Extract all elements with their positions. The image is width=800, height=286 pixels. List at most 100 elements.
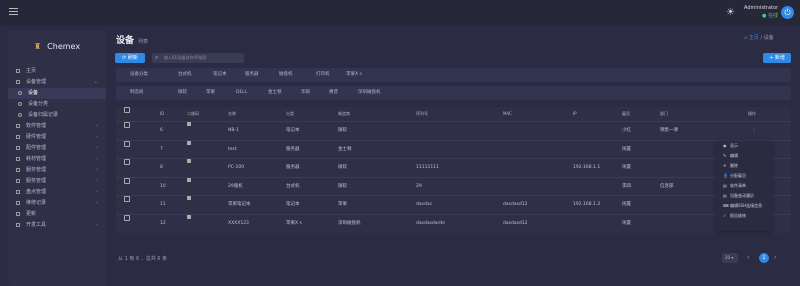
user-info[interactable]: Administrator ● 在线 bbox=[744, 5, 778, 19]
menu-item[interactable]: 👤 分配雇员 bbox=[716, 171, 772, 181]
table-cell: 金士顿 bbox=[338, 146, 352, 152]
table-cell: 笔记本 bbox=[286, 128, 300, 133]
sidebar-item-icon bbox=[16, 222, 20, 227]
column-header: MAC bbox=[503, 111, 512, 116]
table-cell: 微软 bbox=[338, 165, 347, 170]
table-cell: test bbox=[228, 146, 237, 152]
table-row[interactable]: 8PC-100服务器微软11111111192.168.1.1闲置⋮ bbox=[116, 158, 791, 175]
sidebar-item[interactable]: 耗材管理 ‹ bbox=[8, 154, 106, 165]
filter-option-manufacturer[interactable]: 金士顿 bbox=[268, 86, 282, 100]
table-cell: PC-100 bbox=[228, 165, 245, 170]
filter-option-manufacturer[interactable]: 深圳磁盘机 bbox=[358, 86, 381, 100]
menu-item-label: 编辑SSH连接信息 bbox=[730, 203, 763, 208]
menu-toggle-icon[interactable] bbox=[9, 8, 18, 15]
sidebar-item[interactable]: 设备 bbox=[8, 88, 106, 99]
table-cell: 6 bbox=[160, 128, 163, 133]
menu-item[interactable]: ◉ 显示 bbox=[716, 141, 772, 151]
page-current[interactable]: 1 bbox=[759, 253, 769, 263]
table-cell: 7 bbox=[160, 146, 163, 152]
filter-option-category[interactable]: 笔记本 bbox=[213, 68, 227, 82]
column-header: IP bbox=[573, 111, 577, 116]
sidebar-item[interactable]: 配件管理 ‹ bbox=[8, 143, 106, 154]
menu-item[interactable]: ▤ 设备变动履历 bbox=[716, 191, 772, 201]
sidebar-item[interactable]: 设备归属记录 bbox=[8, 110, 106, 121]
refresh-icon: ⟳ bbox=[122, 55, 127, 61]
chevron-left-icon: ‹ bbox=[96, 178, 98, 184]
filter-option-manufacturer[interactable]: 苹果 bbox=[206, 86, 215, 100]
chevron-left-icon: ‹ bbox=[96, 156, 98, 162]
breadcrumb-home[interactable]: 主页 bbox=[749, 35, 759, 41]
menu-item[interactable]: ▤ 软件清单 bbox=[716, 181, 772, 191]
table-cell: 笔记本 bbox=[286, 202, 300, 207]
filter-option-category[interactable]: 服务器 bbox=[245, 68, 259, 82]
sidebar-item[interactable]: 软件管理 ‹ bbox=[8, 121, 106, 132]
sidebar-item-label: 设备管理 bbox=[26, 79, 47, 85]
filter-option-manufacturer[interactable]: 华硕 bbox=[301, 86, 310, 100]
next-page-icon[interactable]: › bbox=[774, 253, 776, 263]
column-header: 名称 bbox=[228, 111, 236, 116]
menu-item-icon: ✎ bbox=[723, 153, 727, 158]
power-icon[interactable]: ⏻ bbox=[781, 6, 794, 19]
search-input[interactable]: ⌕ 输入ID/设备名称/IP搜索 bbox=[152, 53, 244, 63]
sidebar-item[interactable]: 设备管理 ⌄ bbox=[8, 77, 106, 88]
table-row[interactable]: 11 苹果笔记本 笔记本 苹果 dasdac dasdasd12 192.168.1.2 闲置… bbox=[116, 195, 791, 212]
menu-item[interactable]: ✎ 编辑 bbox=[716, 151, 772, 161]
prev-page-icon[interactable]: ‹ bbox=[747, 253, 749, 263]
new-button[interactable]: + 新增 bbox=[763, 53, 791, 63]
user-name: Administrator bbox=[744, 5, 779, 11]
table-cell: 销售一课 bbox=[660, 128, 678, 133]
sidebar-item[interactable]: 硬件管理 ‹ bbox=[8, 132, 106, 143]
page-size-select[interactable]: 20 ▾ bbox=[722, 253, 738, 263]
theme-toggle-icon[interactable]: ☀ bbox=[726, 7, 735, 18]
filter-option-manufacturer[interactable]: 微软 bbox=[178, 86, 187, 100]
sidebar-item[interactable]: 主页 bbox=[8, 66, 106, 77]
filter-option-category[interactable]: 苹果X s bbox=[346, 68, 362, 82]
table-cell: 闲置 bbox=[622, 146, 631, 152]
sidebar-item[interactable]: 开发工具 ‹ bbox=[8, 220, 106, 231]
sidebar-item[interactable]: 服务管理 ‹ bbox=[8, 176, 106, 187]
filter-option-category[interactable]: 磁盘机 bbox=[279, 68, 293, 82]
sidebar-item-icon bbox=[16, 68, 20, 73]
table-cell: 苹果笔记本 bbox=[228, 202, 251, 207]
device-table: ID 二维码 名称 分类 制造商 序列号 MAC IP 雇员 部门 操作 6 NB-1 笔记本 微软 小红销… bbox=[116, 107, 791, 233]
menu-item[interactable]: ✕ 删除 bbox=[716, 161, 772, 171]
table-row[interactable]: 1029服机台式机微软29李四信息部⋮ bbox=[116, 176, 791, 194]
page-subtitle: 列表 bbox=[138, 39, 149, 45]
top-navbar: ☀ Administrator ● 在线 ⏻ bbox=[0, 0, 800, 26]
table-row[interactable]: 6 NB-1 笔记本 微软 小红 销售一课 ⋮ bbox=[116, 121, 791, 138]
menu-item-icon: ▤ bbox=[723, 193, 727, 198]
sidebar-item-label: 服务管理 bbox=[26, 167, 47, 173]
menu-item-label: 显示 bbox=[730, 143, 738, 148]
table-cell: 闲置 bbox=[622, 165, 631, 170]
row-actions-icon[interactable]: ⋮ bbox=[751, 122, 757, 139]
table-header: ID 二维码 名称 分类 制造商 序列号 MAC IP 雇员 部门 操作 bbox=[116, 107, 791, 121]
table-cell: 台式机 bbox=[286, 183, 300, 189]
table-cell: 李四 bbox=[622, 183, 631, 189]
table-cell: XXXX123 bbox=[228, 220, 249, 226]
filter-option-manufacturer[interactable]: 惠普 bbox=[329, 86, 338, 100]
table-cell: 苹果X s bbox=[286, 220, 302, 226]
sidebar-item[interactable]: 盘点管理 ‹ bbox=[8, 187, 106, 198]
table-row[interactable]: 12 XXXX123 苹果X s 深圳磁盘机 dasdasdarde dasdasd12 闲… bbox=[116, 213, 791, 231]
column-header: 部门 bbox=[660, 111, 668, 116]
app-logo[interactable]: ♜ Chemex bbox=[34, 42, 80, 51]
table-cell: 信息部 bbox=[660, 183, 674, 189]
row-action-menu: ◉ 显示 ✎ 编辑 ✕ 删除 👤 分配雇员 ▤ 软件清单 ▤ 设备变动履历 ⌨编辑SSH连接信息 ✓ 报告维… bbox=[716, 141, 772, 231]
column-header: 二维码 bbox=[187, 111, 199, 116]
menu-item[interactable]: ⌨编辑SSH连接信息 bbox=[716, 201, 772, 211]
breadcrumb: ⌂ 主页 / 设备 bbox=[744, 35, 774, 41]
filter-option-category[interactable]: 台式机 bbox=[178, 68, 192, 82]
table-row[interactable]: 7test服务器金士顿闲置⋮ bbox=[116, 139, 791, 157]
sidebar-item-label: 设备 bbox=[28, 90, 39, 96]
sidebar-item[interactable]: 维修记录 ‹ bbox=[8, 198, 106, 209]
filter-category: 设备分类 台式机 笔记本 服务器 磁盘机 打印机 苹果X s bbox=[116, 68, 791, 82]
sidebar-item[interactable]: 服务管理 ‹ bbox=[8, 165, 106, 176]
table-cell: 服务器 bbox=[286, 165, 300, 170]
page-title: 设备 列表 bbox=[116, 36, 149, 46]
menu-item[interactable]: ✓ 报告维修 bbox=[716, 211, 772, 221]
refresh-button[interactable]: ⟳ 刷新 bbox=[115, 53, 145, 63]
filter-option-manufacturer[interactable]: DELL bbox=[236, 86, 247, 100]
filter-option-category[interactable]: 打印机 bbox=[316, 68, 330, 82]
sidebar-item[interactable]: 设备分类 bbox=[8, 99, 106, 110]
sidebar-item[interactable]: 更新 bbox=[8, 209, 106, 220]
